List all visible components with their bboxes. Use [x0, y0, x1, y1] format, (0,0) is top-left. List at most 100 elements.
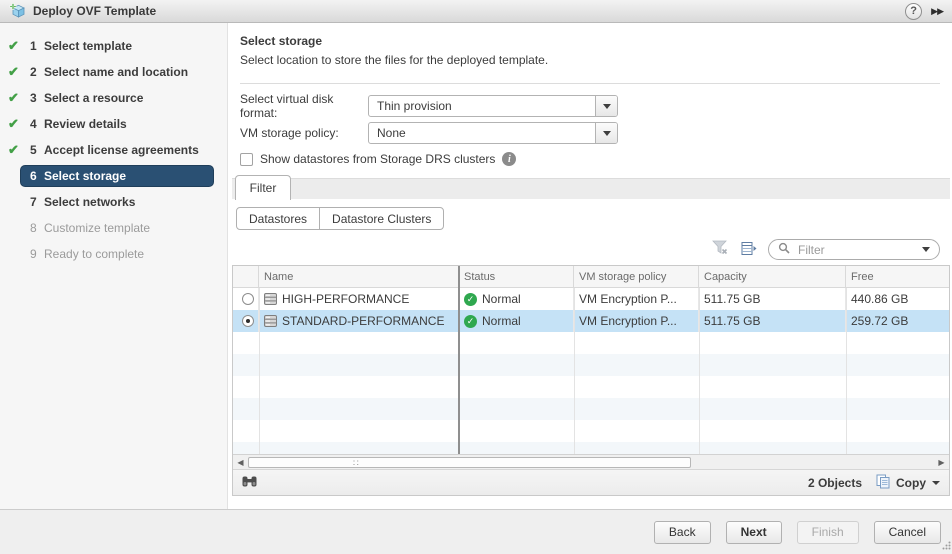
- table-row-standard-performance[interactable]: STANDARD-PERFORMANCE ✓ Normal VM Encrypt…: [233, 310, 949, 332]
- step-label: Select template: [44, 39, 132, 53]
- step-select-storage-active[interactable]: 6 Select storage: [0, 163, 227, 189]
- status-cell: ✓ Normal: [459, 288, 574, 310]
- chevron-down-icon[interactable]: [922, 247, 930, 252]
- column-divider: [699, 288, 700, 454]
- datastore-icon: [264, 293, 277, 305]
- show-drs-checkbox[interactable]: [240, 153, 253, 166]
- cancel-button[interactable]: Cancel: [874, 521, 941, 544]
- back-button[interactable]: Back: [654, 521, 711, 544]
- step-done-check-icon: ✔: [8, 142, 19, 158]
- dropdown-caret-button[interactable]: [595, 123, 617, 143]
- select-storage-panel: Select storage Select location to store …: [228, 23, 952, 509]
- disk-format-label: Select virtual disk format:: [240, 92, 368, 120]
- table-empty-area: [233, 332, 949, 456]
- free-cell: 440.86 GB: [846, 288, 949, 310]
- header-divider: [240, 83, 940, 84]
- step-label: Accept license agreements: [44, 143, 199, 157]
- step-number: 3: [30, 91, 37, 105]
- next-button[interactable]: Next: [726, 521, 782, 544]
- dropdown-caret-button[interactable]: [595, 96, 617, 116]
- step-number: 8: [30, 221, 37, 235]
- show-drs-label: Show datastores from Storage DRS cluster…: [260, 152, 495, 166]
- step-number: 6: [30, 169, 37, 183]
- datastore-name: HIGH-PERFORMANCE: [282, 292, 409, 306]
- table-filter-search[interactable]: [768, 239, 940, 260]
- column-header-name[interactable]: Name: [259, 266, 459, 287]
- chevron-down-icon: [603, 104, 611, 109]
- column-header-capacity[interactable]: Capacity: [699, 266, 846, 287]
- step-select-template[interactable]: ✔ 1 Select template: [0, 33, 227, 59]
- datastore-name: STANDARD-PERFORMANCE: [282, 314, 444, 328]
- step-label: Customize template: [44, 221, 150, 235]
- ovf-cube-icon: [9, 3, 26, 19]
- scrollbar-thumb[interactable]: ∷: [248, 457, 691, 468]
- step-label: Select name and location: [44, 65, 188, 79]
- window-titlebar: Deploy OVF Template ? ▶▶: [0, 0, 952, 23]
- toggle-datastores[interactable]: Datastores: [237, 208, 319, 229]
- step-number: 9: [30, 247, 37, 261]
- capacity-cell: 511.75 GB: [699, 310, 846, 332]
- datastore-name-cell: HIGH-PERFORMANCE: [259, 288, 459, 310]
- row-radio-cell[interactable]: [233, 288, 259, 310]
- table-row-high-performance[interactable]: HIGH-PERFORMANCE ✓ Normal VM Encryption …: [233, 288, 949, 310]
- step-number: 1: [30, 39, 37, 53]
- table-status-bar: 2 Objects Copy: [233, 469, 949, 495]
- step-select-networks[interactable]: 7 Select networks: [0, 189, 227, 215]
- step-label: Ready to complete: [44, 247, 144, 261]
- step-review-details[interactable]: ✔ 4 Review details: [0, 111, 227, 137]
- status-ok-icon: ✓: [464, 293, 477, 306]
- frozen-column-splitter[interactable]: [458, 266, 460, 454]
- column-divider: [846, 288, 847, 454]
- page-title: Select storage: [240, 23, 940, 48]
- clear-filter-icon: [712, 240, 730, 259]
- datastore-name-cell: STANDARD-PERFORMANCE: [259, 310, 459, 332]
- scroll-left-icon[interactable]: ◀: [233, 458, 248, 467]
- free-cell: 259.72 GB: [846, 310, 949, 332]
- find-binoculars-icon[interactable]: [242, 475, 257, 490]
- datastore-toggle-group: Datastores Datastore Clusters: [236, 207, 444, 230]
- row-radio-cell[interactable]: [233, 310, 259, 332]
- help-icon[interactable]: ?: [905, 3, 922, 20]
- wizard-footer: Back Next Finish Cancel: [0, 509, 952, 554]
- filter-tabstrip: Filter: [232, 178, 950, 199]
- step-done-check-icon: ✔: [8, 38, 19, 54]
- policy-cell: VM Encryption P...: [574, 310, 699, 332]
- status-ok-icon: ✓: [464, 315, 477, 328]
- column-header-free[interactable]: Free: [846, 266, 949, 287]
- tab-filter[interactable]: Filter: [235, 175, 291, 200]
- column-settings-icon[interactable]: [741, 241, 757, 259]
- step-label: Select networks: [44, 195, 135, 209]
- disk-format-dropdown[interactable]: Thin provision: [368, 95, 618, 117]
- chevron-down-icon[interactable]: [932, 481, 940, 485]
- copy-button[interactable]: Copy: [896, 476, 926, 490]
- step-select-name-location[interactable]: ✔ 2 Select name and location: [0, 59, 227, 85]
- step-select-resource[interactable]: ✔ 3 Select a resource: [0, 85, 227, 111]
- window-title: Deploy OVF Template: [33, 4, 156, 18]
- page-subtitle: Select location to store the files for t…: [240, 53, 940, 67]
- step-label: Select a resource: [44, 91, 143, 105]
- info-icon[interactable]: i: [502, 152, 516, 166]
- toggle-datastore-clusters[interactable]: Datastore Clusters: [319, 208, 443, 229]
- radio-selected[interactable]: [242, 315, 254, 327]
- resize-grip[interactable]: [942, 539, 951, 553]
- filter-input[interactable]: [796, 242, 916, 258]
- vm-policy-value: None: [369, 123, 595, 143]
- capacity-cell: 511.75 GB: [699, 288, 846, 310]
- policy-cell: VM Encryption P...: [574, 288, 699, 310]
- step-done-check-icon: ✔: [8, 90, 19, 106]
- column-header-status[interactable]: Status: [459, 266, 574, 287]
- vm-policy-dropdown[interactable]: None: [368, 122, 618, 144]
- scrollbar-grip-icon[interactable]: ∷: [353, 458, 359, 468]
- radio-unselected[interactable]: [242, 293, 254, 305]
- step-done-check-icon: ✔: [8, 116, 19, 132]
- step-accept-license[interactable]: ✔ 5 Accept license agreements: [0, 137, 227, 163]
- step-number: 2: [30, 65, 37, 79]
- table-header-row: Name Status VM storage policy Capacity F…: [233, 266, 949, 288]
- column-header-policy[interactable]: VM storage policy: [574, 266, 699, 287]
- step-ready-complete: 9 Ready to complete: [0, 241, 227, 267]
- column-divider: [259, 288, 260, 454]
- forward-chevrons-icon[interactable]: ▶▶: [931, 6, 943, 17]
- status-text: Normal: [482, 292, 521, 306]
- horizontal-scrollbar[interactable]: ◀ ∷ ▶: [233, 454, 949, 469]
- scroll-right-icon[interactable]: ▶: [934, 458, 949, 467]
